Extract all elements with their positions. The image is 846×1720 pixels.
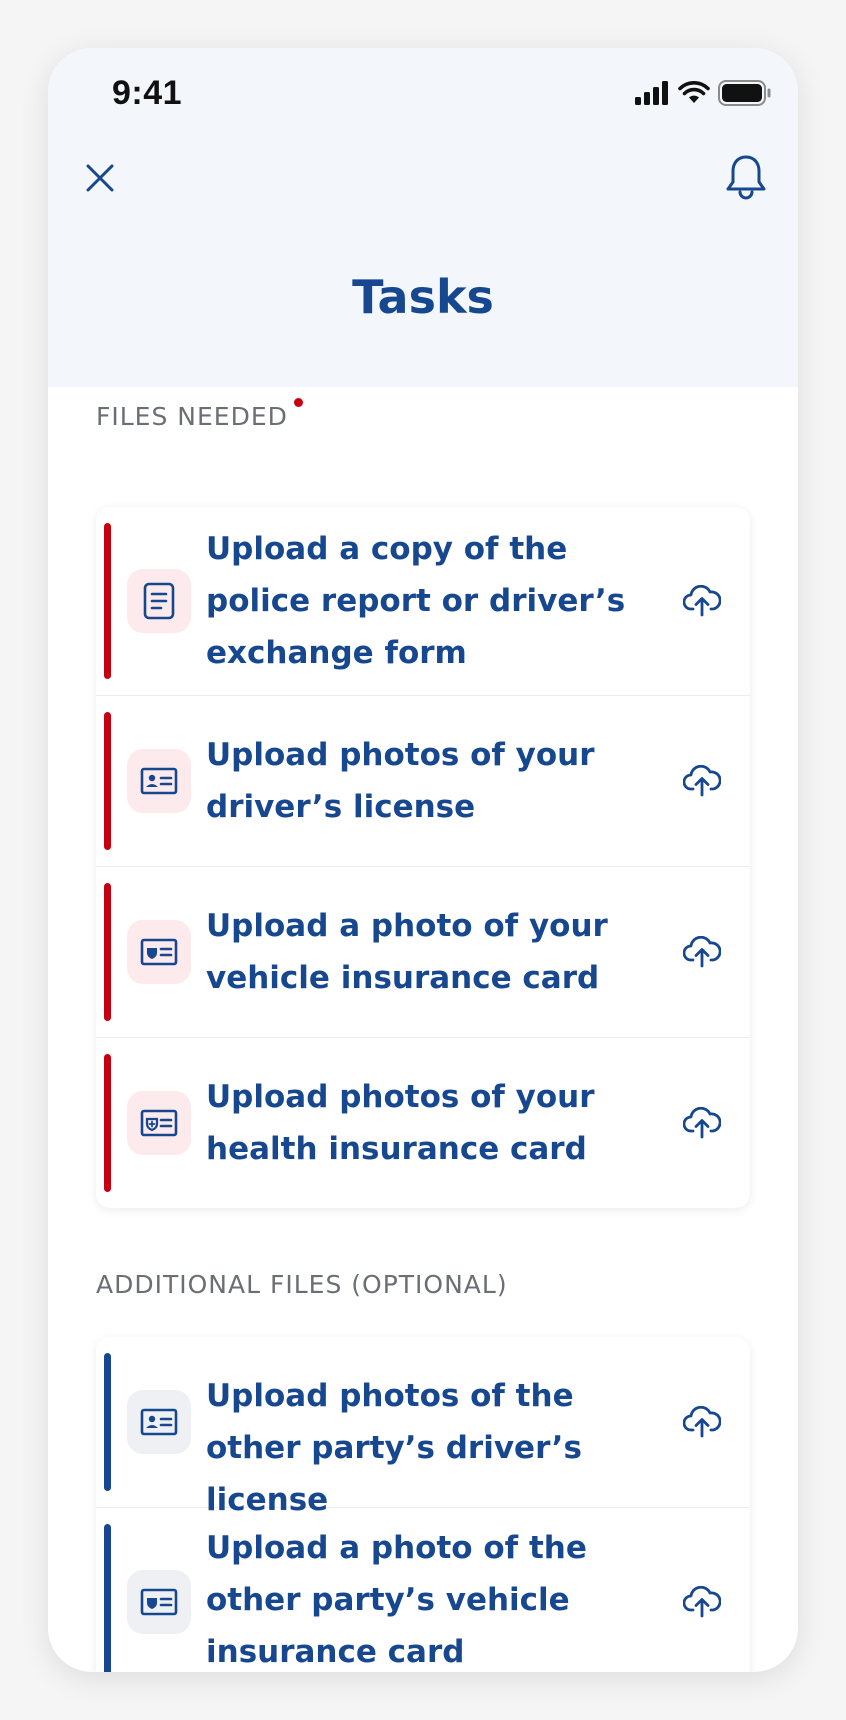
upload-cloud-icon[interactable]: [680, 930, 724, 974]
task-row-drivers-license[interactable]: Upload photos of your driver’s license: [96, 696, 750, 867]
wifi-icon: [678, 80, 710, 110]
bell-icon: [725, 154, 767, 205]
close-button[interactable]: [78, 158, 122, 202]
status-time: 9:41: [112, 74, 183, 112]
insurance-card-icon: [127, 920, 191, 984]
section-label-text: FILES NEEDED: [96, 402, 288, 431]
signal-icon: [634, 80, 670, 110]
task-label: Upload photos of your driver’s license: [206, 737, 595, 825]
task-row-vehicle-insurance[interactable]: Upload a photo of your vehicle insurance…: [96, 867, 750, 1038]
required-dot: [293, 398, 303, 407]
task-row-police-report[interactable]: Upload a copy of the police report or dr…: [96, 507, 750, 696]
task-label: Upload a photo of the other party’s vehi…: [206, 1530, 587, 1670]
section-label-optional: ADDITIONAL FILES (OPTIONAL): [96, 1270, 508, 1299]
required-files-card: Upload a copy of the police report or dr…: [96, 507, 750, 1208]
status-bar-optional: [104, 1353, 111, 1491]
task-row-other-vehicle-insurance[interactable]: Upload a photo of the other party’s vehi…: [96, 1508, 750, 1672]
task-label: Upload photos of the other party’s drive…: [206, 1378, 582, 1518]
upload-cloud-icon[interactable]: [680, 759, 724, 803]
document-icon: [127, 569, 191, 633]
upload-cloud-icon[interactable]: [680, 1400, 724, 1444]
id-card-icon: [127, 749, 191, 813]
task-row-health-insurance[interactable]: Upload photos of your health insurance c…: [96, 1038, 750, 1208]
status-bar-required: [104, 712, 111, 850]
upload-cloud-icon[interactable]: [680, 579, 724, 623]
insurance-card-icon: [127, 1570, 191, 1634]
battery-icon: [718, 79, 772, 111]
task-label: Upload photos of your health insurance c…: [206, 1079, 595, 1167]
status-bar-required: [104, 523, 111, 679]
status-icons: [634, 79, 772, 111]
task-label: Upload a photo of your vehicle insurance…: [206, 908, 608, 996]
task-row-other-drivers-license[interactable]: Upload photos of the other party’s drive…: [96, 1337, 750, 1518]
upload-cloud-icon[interactable]: [680, 1580, 724, 1624]
optional-files-card: Upload photos of the other party’s drive…: [96, 1337, 750, 1672]
status-bar-required: [104, 1054, 111, 1192]
task-label: Upload a copy of the police report or dr…: [206, 531, 626, 671]
close-icon: [85, 163, 115, 198]
status-bar-required: [104, 883, 111, 1021]
header: 9:41 Tasks: [48, 48, 798, 387]
status-bar-optional: [104, 1524, 111, 1672]
page-title: Tasks: [352, 270, 494, 324]
upload-cloud-icon[interactable]: [680, 1101, 724, 1145]
health-card-icon: [127, 1091, 191, 1155]
section-label-required: FILES NEEDED: [96, 398, 303, 431]
phone-screen: 9:41 Tasks FILES NEEDED Upload a copy of…: [48, 48, 798, 1672]
notifications-button[interactable]: [722, 154, 770, 204]
id-card-icon: [127, 1390, 191, 1454]
